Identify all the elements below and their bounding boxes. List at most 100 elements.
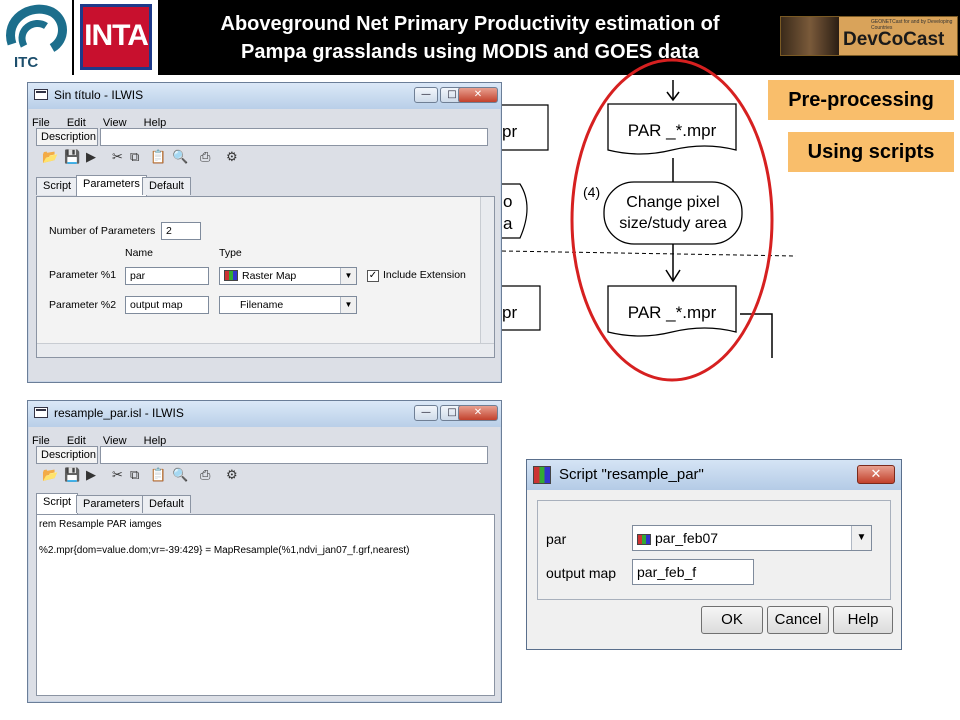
dialog-close-button[interactable]: ✕	[857, 465, 895, 484]
param1-name-value: par	[130, 270, 146, 282]
num-params-label: Number of Parameters	[49, 225, 156, 237]
inta-logo-text: INTA	[84, 19, 149, 52]
slide-title-line1: Aboveground Net Primary Productivity est…	[220, 13, 720, 35]
highlight-ellipse	[570, 58, 774, 382]
dialog-title: Script "resample_par"	[559, 466, 704, 483]
include-extension-label: Include Extension	[383, 269, 466, 281]
num-params-spinner[interactable]: 2	[161, 222, 201, 240]
print-icon[interactable]: ⎙	[200, 150, 210, 166]
close-button[interactable]: ✕	[458, 405, 498, 421]
tab-parameters[interactable]: Parameters	[76, 495, 147, 513]
horizontal-scrollbar[interactable]	[37, 343, 494, 357]
window1-titlebar[interactable]: Sin título - ILWIS — □ ✕	[28, 83, 501, 109]
script-icon	[533, 466, 551, 484]
help-button[interactable]: Help	[833, 606, 893, 634]
properties-icon[interactable]: ⚙	[226, 150, 238, 166]
ilwis-parameters-window: Sin título - ILWIS — □ ✕ File Edit View …	[27, 82, 502, 383]
tab-default-values[interactable]: Default Values	[142, 495, 191, 526]
right-connector	[740, 313, 773, 358]
open-icon[interactable]: 📂	[42, 150, 58, 166]
dialog-titlebar[interactable]: Script "resample_par" ✕	[527, 460, 901, 490]
window1-menubar: File Edit View Help	[32, 111, 178, 129]
param2-type-value: Filename	[240, 299, 284, 311]
partial-top-text: pr	[502, 122, 517, 141]
tab-parameters[interactable]: Parameters	[76, 175, 147, 196]
close-button[interactable]: ✕	[458, 87, 498, 103]
find-icon[interactable]: 🔍	[172, 468, 188, 484]
param2-name-value: output map	[130, 299, 183, 311]
parameters-panel: Number of Parameters 2 Name Type Paramet…	[36, 196, 495, 358]
partial-mid-text-2: a	[503, 214, 513, 233]
devcocast-logo: GEONETCast for and by Developing Countri…	[780, 16, 958, 56]
app-icon	[34, 407, 48, 418]
preprocessing-label: Pre-processing	[768, 80, 954, 120]
save-icon[interactable]: 💾	[64, 468, 80, 484]
tab-script[interactable]: Script	[36, 493, 79, 514]
arrow-down-head	[665, 269, 681, 283]
chevron-down-icon[interactable]: ▼	[340, 297, 356, 313]
tab-default-values[interactable]: Default Values	[142, 177, 191, 208]
copy-icon[interactable]: ⧉	[130, 150, 139, 166]
run-icon[interactable]: ▶	[86, 468, 96, 484]
include-extension-checkbox[interactable]: ✓	[367, 270, 379, 282]
step-number: (4)	[583, 184, 600, 200]
process-step-line1: Change pixel	[626, 194, 719, 211]
chevron-down-icon[interactable]: ▼	[340, 268, 356, 284]
devcocast-logo-text: DevCoCast	[843, 29, 945, 50]
cancel-button[interactable]: Cancel	[767, 606, 829, 634]
param1-name-input[interactable]: par	[125, 267, 209, 285]
param1-type-value: Raster Map	[242, 270, 297, 282]
script-line-1: rem Resample PAR iamges	[39, 519, 162, 530]
description-input[interactable]	[100, 128, 488, 146]
process-step-box	[603, 181, 743, 245]
run-icon[interactable]: ▶	[86, 150, 96, 166]
param2-type-select[interactable]: Filename ▼	[219, 296, 357, 314]
vertical-scrollbar[interactable]	[480, 197, 494, 343]
minimize-button[interactable]: —	[414, 87, 438, 103]
devcocast-photo	[781, 17, 839, 55]
using-scripts-label: Using scripts	[788, 132, 954, 172]
doc-box-top-text: PAR _*.mpr	[628, 121, 717, 140]
slide-title: Aboveground Net Primary Productivity est…	[160, 10, 780, 66]
par-value: par_feb07	[655, 530, 719, 546]
copy-icon[interactable]: ⧉	[130, 468, 139, 484]
inta-logo-box: INTA	[80, 4, 152, 70]
paste-icon[interactable]: 📋	[150, 150, 166, 166]
window2-titlebar[interactable]: resample_par.isl - ILWIS — □ ✕	[28, 401, 501, 427]
dialog-params-group: par par_feb07 ▼ output map par_feb_f	[537, 500, 891, 600]
paste-icon[interactable]: 📋	[150, 468, 166, 484]
param2-name-input[interactable]: output map	[125, 296, 209, 314]
window1-title: Sin título - ILWIS	[54, 88, 144, 102]
itc-logo-text: ITC	[14, 54, 39, 71]
chevron-down-icon[interactable]: ▼	[851, 526, 871, 550]
open-icon[interactable]: 📂	[42, 468, 58, 484]
cut-icon[interactable]: ✂	[112, 468, 123, 484]
find-icon[interactable]: 🔍	[172, 150, 188, 166]
par-select[interactable]: par_feb07 ▼	[632, 525, 872, 551]
output-map-input[interactable]: par_feb_f	[632, 559, 754, 585]
raster-map-icon	[637, 534, 651, 545]
app-icon	[34, 89, 48, 100]
script-dialog: Script "resample_par" ✕ par par_feb07 ▼ …	[526, 459, 902, 650]
cut-icon[interactable]: ✂	[112, 150, 123, 166]
param1-type-select[interactable]: Raster Map ▼	[219, 267, 357, 285]
ilwis-script-window: resample_par.isl - ILWIS — □ ✕ File Edit…	[27, 400, 502, 703]
minimize-button[interactable]: —	[414, 405, 438, 421]
partial-mid-text-1: o	[503, 192, 512, 211]
tab-script[interactable]: Script	[36, 177, 79, 195]
output-map-value: par_feb_f	[637, 564, 697, 580]
raster-map-icon	[224, 270, 238, 281]
print-icon[interactable]: ⎙	[200, 468, 210, 484]
slide-title-line2: Pampa grasslands using MODIS and GOES da…	[241, 41, 699, 63]
description-input[interactable]	[100, 446, 488, 464]
output-map-label: output map	[546, 565, 617, 581]
properties-icon[interactable]: ⚙	[226, 468, 238, 484]
ok-button[interactable]: OK	[701, 606, 763, 634]
window2-menubar: File Edit View Help	[32, 429, 178, 447]
partial-rounded-step	[500, 183, 528, 239]
save-icon[interactable]: 💾	[64, 150, 80, 166]
inta-logo: INTA	[74, 0, 158, 75]
doc-box-top	[607, 103, 737, 155]
num-params-value: 2	[166, 225, 172, 237]
script-editor[interactable]: rem Resample PAR iamges %2.mpr{dom=value…	[36, 514, 495, 696]
